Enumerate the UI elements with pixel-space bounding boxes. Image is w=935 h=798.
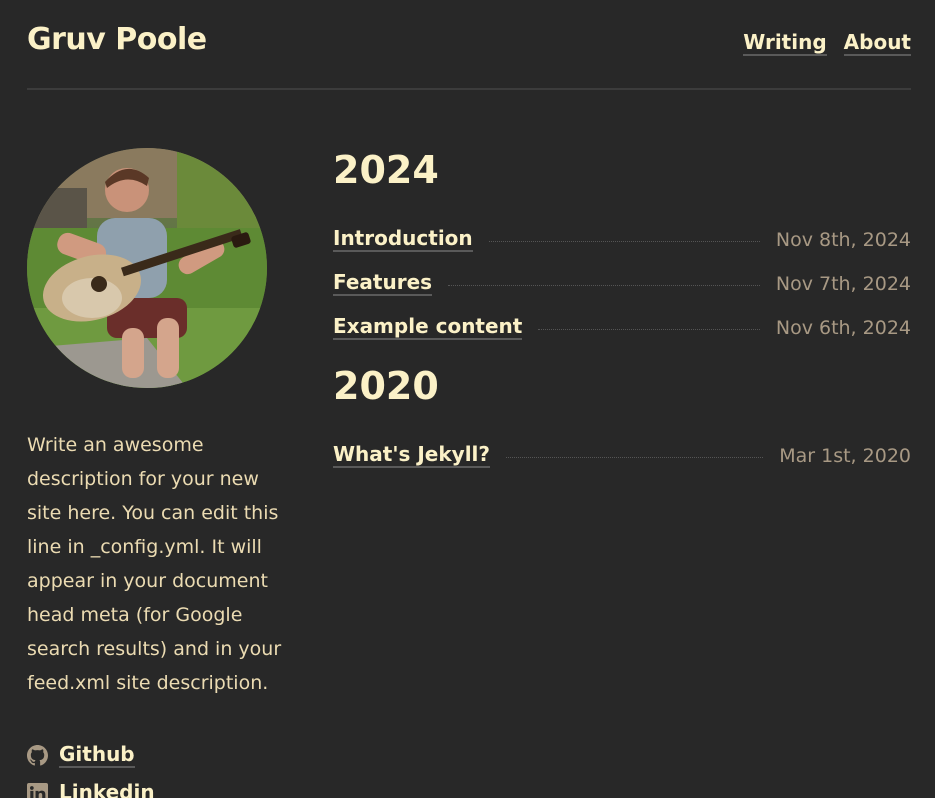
page: Gruv Poole Writing About Write an awesom…: [0, 0, 935, 798]
post-link[interactable]: What's Jekyll?: [333, 442, 491, 468]
linkedin-icon: [27, 782, 48, 798]
site-description: Write an awesome description for your ne…: [27, 434, 282, 694]
main-nav: Writing About: [743, 30, 911, 56]
avatar: [27, 148, 267, 388]
linkedin-link[interactable]: Linkedin: [59, 780, 155, 798]
post-row: What's Jekyll? Mar 1st, 2020: [333, 424, 911, 468]
sidebar: Write an awesome description for your ne…: [27, 148, 297, 798]
post-date: Mar 1st, 2020: [779, 445, 911, 467]
dotted-leader: [448, 284, 760, 286]
post-row: Introduction Nov 8th, 2024: [333, 208, 911, 252]
post-row: Features Nov 7th, 2024: [333, 252, 911, 296]
post-link[interactable]: Example content: [333, 314, 523, 340]
year-group-2024: 2024 Introduction Nov 8th, 2024 Features…: [333, 146, 911, 340]
year-heading: 2024: [333, 148, 439, 192]
dotted-leader: [488, 240, 760, 242]
github-link[interactable]: Github: [59, 742, 135, 768]
year-group-2020: 2020 What's Jekyll? Mar 1st, 2020: [333, 362, 911, 468]
post-date: Nov 8th, 2024: [775, 229, 911, 251]
post-link[interactable]: Introduction: [333, 226, 473, 252]
social-item-linkedin: Linkedin: [27, 774, 297, 798]
site-title-link[interactable]: Gruv Poole: [27, 22, 207, 57]
year-heading: 2020: [333, 364, 439, 408]
nav-about-link[interactable]: About: [843, 30, 911, 56]
post-row: Example content Nov 6th, 2024: [333, 296, 911, 340]
social-item-github: Github: [27, 736, 297, 774]
masthead: Gruv Poole Writing About: [27, 0, 911, 90]
github-icon: [27, 744, 48, 766]
post-archive: 2024 Introduction Nov 8th, 2024 Features…: [333, 146, 911, 490]
post-date: Nov 7th, 2024: [775, 273, 911, 295]
post-date: Nov 6th, 2024: [775, 317, 911, 339]
social-links: Github Linkedin: [27, 736, 297, 798]
post-link[interactable]: Features: [333, 270, 433, 296]
nav-writing-link[interactable]: Writing: [743, 30, 827, 56]
dotted-leader: [538, 328, 760, 330]
dotted-leader: [506, 456, 764, 458]
